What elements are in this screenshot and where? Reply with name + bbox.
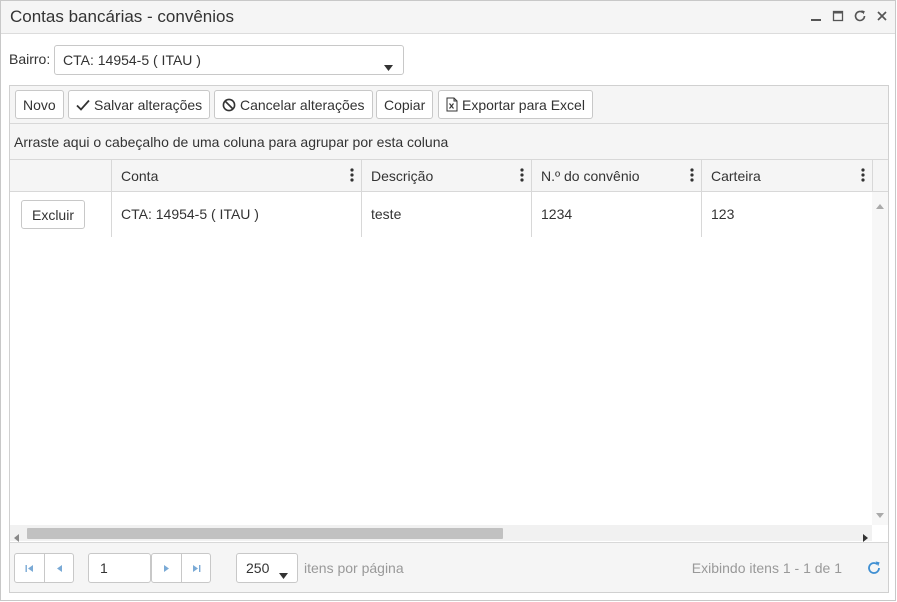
column-header-label: Descrição <box>371 168 434 184</box>
pager-nav-start <box>14 553 74 583</box>
column-header-carteira[interactable]: Carteira <box>701 160 872 191</box>
column-header-label: Carteira <box>711 168 761 184</box>
grid: Novo Salvar alterações Cancelar alteraçõ… <box>9 85 889 593</box>
more-vertical-icon[interactable] <box>520 168 524 185</box>
page-size-label: itens por página <box>304 560 404 576</box>
export-excel-button-label: Exportar para Excel <box>462 96 585 113</box>
column-header-conta[interactable]: Conta <box>111 160 361 191</box>
prev-page-icon[interactable] <box>44 554 73 582</box>
maximize-icon[interactable] <box>829 5 847 27</box>
next-page-icon[interactable] <box>152 554 181 582</box>
column-header-descricao[interactable]: Descrição <box>361 160 531 191</box>
cancel-button-label: Cancelar alterações <box>240 96 365 113</box>
scroll-up-icon[interactable] <box>876 196 884 212</box>
more-vertical-icon[interactable] <box>350 168 354 185</box>
title-bar: Contas bancárias - convênios <box>1 1 895 34</box>
caret-down-icon <box>279 566 288 582</box>
save-button-label: Salvar alterações <box>94 96 203 113</box>
excel-icon <box>446 97 458 112</box>
pager: 1 250 itens por página Exibindo itens 1 … <box>10 542 888 592</box>
caret-down-icon <box>384 58 393 74</box>
last-page-icon[interactable] <box>181 554 210 582</box>
grid-body: Excluir CTA: 14954-5 ( ITAU ) teste 1234… <box>10 192 872 525</box>
filter-select-value: CTA: 14954-5 ( ITAU ) <box>63 52 201 68</box>
column-header-scroll-spacer <box>872 160 888 191</box>
column-header-convenio[interactable]: N.º do convênio <box>531 160 701 191</box>
save-button[interactable]: Salvar alterações <box>68 90 211 119</box>
table-cell-descricao[interactable]: teste <box>361 192 531 237</box>
column-header-actions <box>10 160 111 191</box>
cancel-button[interactable]: Cancelar alterações <box>214 90 373 119</box>
page-number-input[interactable]: 1 <box>88 553 151 583</box>
table-cell-text: 123 <box>711 206 735 222</box>
delete-button[interactable]: Excluir <box>21 200 85 229</box>
export-excel-button[interactable]: Exportar para Excel <box>438 90 593 119</box>
more-vertical-icon[interactable] <box>861 168 865 185</box>
more-vertical-icon[interactable] <box>690 168 694 185</box>
group-panel-hint: Arraste aqui o cabeçalho de uma coluna p… <box>14 134 449 150</box>
close-icon[interactable] <box>873 5 891 27</box>
table-cell-convenio[interactable]: 1234 <box>531 192 701 237</box>
pager-info: Exibindo itens 1 - 1 de 1 <box>691 560 842 576</box>
minimize-icon[interactable] <box>807 5 825 27</box>
refresh-icon[interactable] <box>851 5 869 27</box>
horizontal-scroll-thumb[interactable] <box>27 528 503 539</box>
check-icon <box>76 99 90 111</box>
refresh-icon[interactable] <box>866 560 882 579</box>
table-cell-carteira[interactable]: 123 <box>701 192 872 237</box>
grid-toolbar: Novo Salvar alterações Cancelar alteraçõ… <box>10 86 888 124</box>
copy-button-label: Copiar <box>384 96 426 113</box>
filter-label: Bairro: <box>9 51 51 67</box>
filter-select[interactable]: CTA: 14954-5 ( ITAU ) <box>54 45 404 75</box>
group-panel[interactable]: Arraste aqui o cabeçalho de uma coluna p… <box>10 124 888 160</box>
first-page-icon[interactable] <box>15 554 44 582</box>
scroll-down-icon[interactable] <box>876 505 884 521</box>
column-header-label: N.º do convênio <box>541 168 640 184</box>
pager-nav-end <box>151 553 211 583</box>
cancel-icon <box>222 98 236 112</box>
table-cell-actions: Excluir <box>10 192 111 237</box>
window: Contas bancárias - convênios Bairro: CTA… <box>0 0 896 601</box>
new-button-label: Novo <box>23 96 56 113</box>
horizontal-scrollbar[interactable] <box>10 525 872 542</box>
table-cell-text: 1234 <box>541 206 573 222</box>
new-button[interactable]: Novo <box>15 90 64 119</box>
column-header-label: Conta <box>121 168 159 184</box>
table-row[interactable]: Excluir CTA: 14954-5 ( ITAU ) teste 1234… <box>10 192 872 237</box>
copy-button[interactable]: Copiar <box>376 90 434 119</box>
grid-header: Conta Descrição N.º do convênio Carteira <box>10 160 888 192</box>
window-actions <box>807 5 891 27</box>
table-cell-text: CTA: 14954-5 ( ITAU ) <box>121 206 259 222</box>
vertical-scrollbar[interactable] <box>872 192 888 525</box>
page-size-select[interactable]: 250 <box>236 553 298 583</box>
window-title: Contas bancárias - convênios <box>10 7 234 26</box>
page-size-value: 250 <box>246 560 270 576</box>
table-cell-conta[interactable]: CTA: 14954-5 ( ITAU ) <box>111 192 361 237</box>
table-cell-text: teste <box>371 206 402 222</box>
